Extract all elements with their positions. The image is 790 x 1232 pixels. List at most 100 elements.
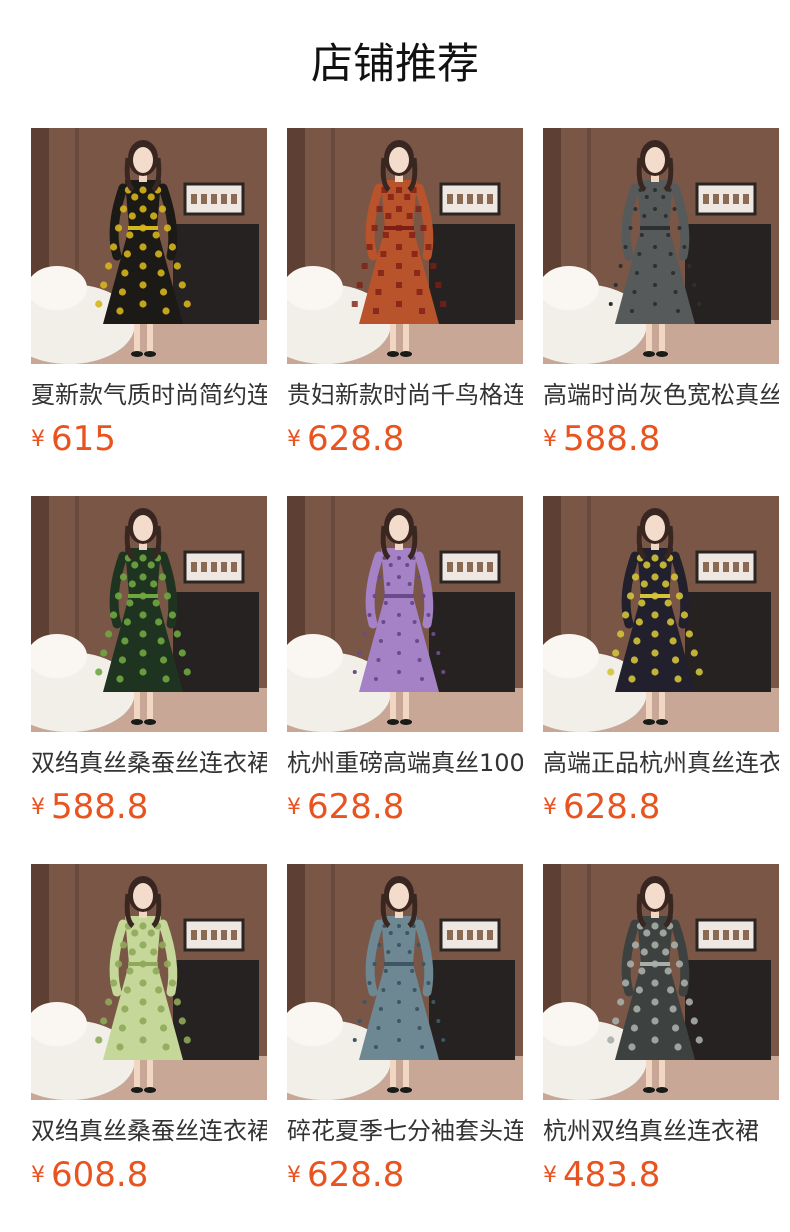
pattern-flower — [139, 668, 147, 676]
frame-dot — [723, 930, 729, 940]
pattern-flower — [158, 941, 167, 949]
pattern-flower — [100, 281, 108, 289]
pattern-flower — [670, 941, 679, 949]
product-name[interactable]: 碎花夏季七分袖套头连衣裙 — [287, 1114, 523, 1148]
frame-dot — [713, 194, 719, 204]
pattern-flower — [631, 573, 640, 581]
pattern-dot — [644, 195, 649, 199]
pattern-dot — [426, 613, 431, 617]
cabinet — [173, 224, 259, 324]
pattern-flower — [651, 941, 659, 949]
product-name[interactable]: 高端正品杭州真丝连衣裙 — [543, 746, 779, 780]
pattern-flower — [621, 979, 630, 987]
pattern-flower — [685, 630, 693, 638]
pattern-dot — [666, 233, 671, 237]
pattern-dot — [668, 252, 673, 256]
pattern-flower — [119, 573, 128, 581]
pattern-check — [404, 194, 411, 200]
pattern-flower — [162, 675, 170, 683]
pattern-flower — [139, 205, 147, 213]
frame-dot — [713, 930, 719, 940]
pattern-flower — [168, 243, 177, 251]
frame-dot — [703, 562, 709, 572]
product-name[interactable]: 杭州双绉真丝连衣裙 — [543, 1114, 779, 1148]
pattern-dot — [367, 981, 372, 985]
pattern-check — [409, 232, 416, 238]
pattern-dot — [417, 658, 422, 662]
product-image[interactable] — [287, 864, 523, 1100]
pattern-check — [435, 282, 442, 288]
pattern-flower — [669, 1005, 677, 1013]
pattern-flower — [163, 592, 172, 600]
pattern-flower — [674, 675, 682, 683]
shoe — [656, 719, 668, 725]
cabinet — [685, 224, 771, 324]
pattern-dot — [672, 207, 677, 211]
face — [645, 515, 665, 541]
pattern-dot — [397, 613, 401, 617]
pattern-dot — [405, 931, 410, 935]
frame-dot — [733, 562, 739, 572]
currency-symbol: ¥ — [31, 427, 45, 452]
pattern-dot — [431, 1000, 436, 1004]
frame-dot — [467, 930, 473, 940]
cabinet — [429, 224, 515, 324]
product-image[interactable] — [287, 128, 523, 364]
frame-dot — [487, 930, 493, 940]
pattern-flower — [662, 580, 670, 588]
pattern-check — [361, 263, 368, 269]
pattern-flower — [118, 656, 127, 664]
product-name[interactable]: 高端时尚灰色宽松真丝连衣裙 — [543, 378, 779, 412]
frame-dot — [191, 930, 197, 940]
pattern-flower — [183, 668, 191, 676]
shoe — [400, 1087, 412, 1093]
product-image[interactable] — [31, 128, 267, 364]
product-name[interactable]: 双绉真丝桑蚕丝连衣裙 — [31, 1114, 267, 1148]
product-image[interactable] — [31, 496, 267, 732]
pattern-dot — [436, 1019, 441, 1023]
pattern-dot — [613, 283, 618, 287]
pattern-flower — [152, 231, 160, 239]
product-name[interactable]: 双绉真丝桑蚕丝连衣裙 — [31, 746, 267, 780]
pattern-flower — [633, 637, 641, 645]
product-image[interactable] — [543, 128, 779, 364]
pattern-flower — [109, 243, 118, 251]
pattern-flower — [667, 618, 675, 626]
pattern-flower — [664, 599, 672, 607]
pattern-flower — [680, 979, 689, 987]
product-price: ¥628.8 — [287, 416, 404, 462]
price-amount: 588.8 — [563, 419, 661, 459]
pattern-flower — [139, 243, 147, 251]
pattern-dot — [653, 302, 657, 306]
product-name[interactable]: 夏新款气质时尚简约连衣裙 — [31, 378, 267, 412]
pattern-dot — [378, 639, 383, 643]
pattern-check — [382, 232, 389, 238]
pattern-flower — [139, 1017, 147, 1025]
pattern-flower — [643, 929, 651, 937]
frame-dot — [467, 562, 473, 572]
shoe — [400, 351, 412, 357]
product-image[interactable] — [543, 864, 779, 1100]
pattern-dot — [420, 677, 425, 681]
pattern-flower — [105, 262, 113, 270]
pattern-flower — [670, 573, 679, 581]
price-amount: 588.8 — [51, 787, 149, 827]
product-name[interactable]: 杭州重磅高端真丝100%连衣裙 — [287, 746, 523, 780]
cabinet — [429, 592, 515, 692]
pattern-flower — [163, 224, 172, 232]
product-image[interactable] — [31, 864, 267, 1100]
product-name[interactable]: 贵妇新款时尚千鸟格连衣裙 — [287, 378, 523, 412]
product-image[interactable] — [287, 496, 523, 732]
pattern-dot — [397, 1038, 401, 1042]
cabinet — [685, 960, 771, 1060]
product-price: ¥588.8 — [543, 416, 660, 462]
product-price: ¥608.8 — [31, 1152, 148, 1198]
pattern-dot — [677, 226, 682, 230]
product-price: ¥628.8 — [287, 1152, 404, 1198]
pattern-flower — [695, 668, 703, 676]
pattern-dot — [632, 290, 637, 294]
pattern-flower — [121, 1005, 129, 1013]
pattern-flower — [123, 986, 131, 994]
shoe — [144, 719, 156, 725]
product-image[interactable] — [543, 496, 779, 732]
